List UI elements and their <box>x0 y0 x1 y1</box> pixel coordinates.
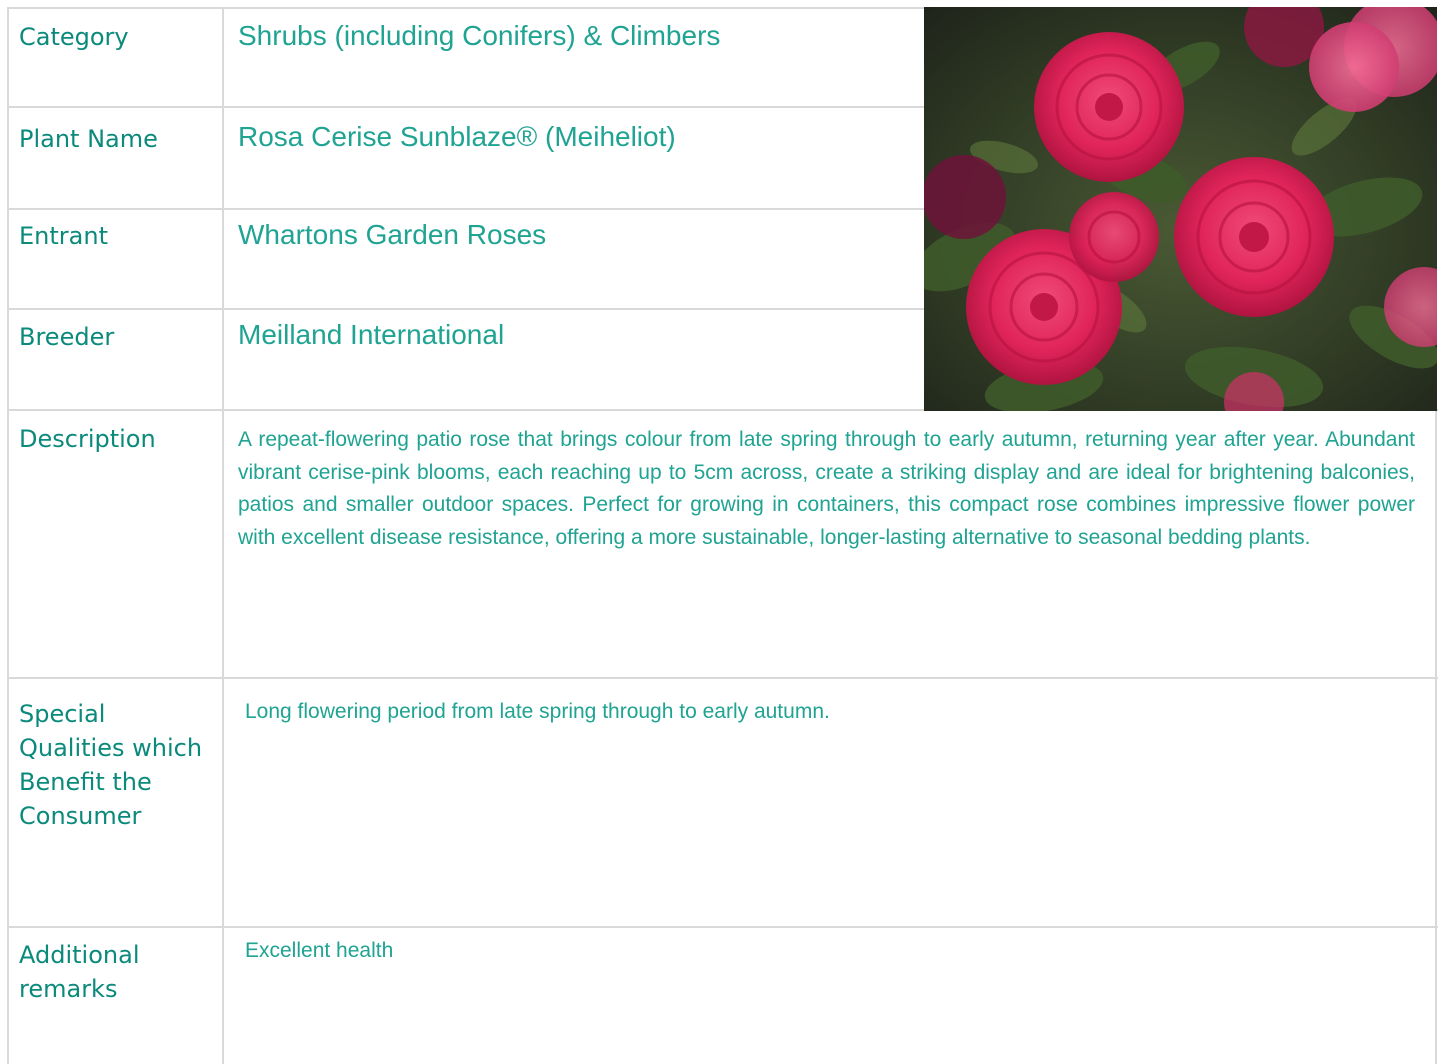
grid-line <box>7 7 924 9</box>
breeder-label: Breeder <box>19 323 115 351</box>
special-qualities-label-line: Qualities which <box>19 734 203 762</box>
special-qualities-label-line: Consumer <box>19 802 142 830</box>
entrant-value: Whartons Garden Roses <box>238 219 547 250</box>
additional-remarks-label-line: remarks <box>19 975 118 1003</box>
grid-line <box>7 308 924 310</box>
grid-line <box>222 7 224 1064</box>
plant-name-label: Plant Name <box>19 125 158 153</box>
special-qualities-label-line: Special <box>19 700 106 728</box>
rose-photo <box>924 7 1437 411</box>
description-value: A repeat-flowering patio rose that bring… <box>238 428 1415 549</box>
additional-remarks-label: Additional remarks <box>19 938 139 1006</box>
special-qualities-label: Special Qualities which Benefit the Cons… <box>19 697 202 833</box>
special-qualities-value: Long flowering period from late spring t… <box>245 700 830 723</box>
grid-line <box>7 208 924 210</box>
grid-line <box>7 106 924 108</box>
additional-remarks-value: Excellent health <box>245 939 394 962</box>
category-label: Category <box>19 23 129 51</box>
category-value: Shrubs (including Conifers) & Climbers <box>238 20 721 51</box>
entrant-label: Entrant <box>19 222 108 250</box>
plant-name-value: Rosa Cerise Sunblaze® (Meiheliot) <box>238 121 676 152</box>
grid-line <box>1435 409 1437 1064</box>
additional-remarks-label-line: Additional <box>19 941 140 969</box>
breeder-value: Meilland International <box>238 319 505 350</box>
grid-line <box>7 7 9 1064</box>
special-qualities-label-line: Benefit the <box>19 768 152 796</box>
entry-sheet: Category Shrubs (including Conifers) & C… <box>0 0 1438 1064</box>
description-label: Description <box>19 425 156 453</box>
